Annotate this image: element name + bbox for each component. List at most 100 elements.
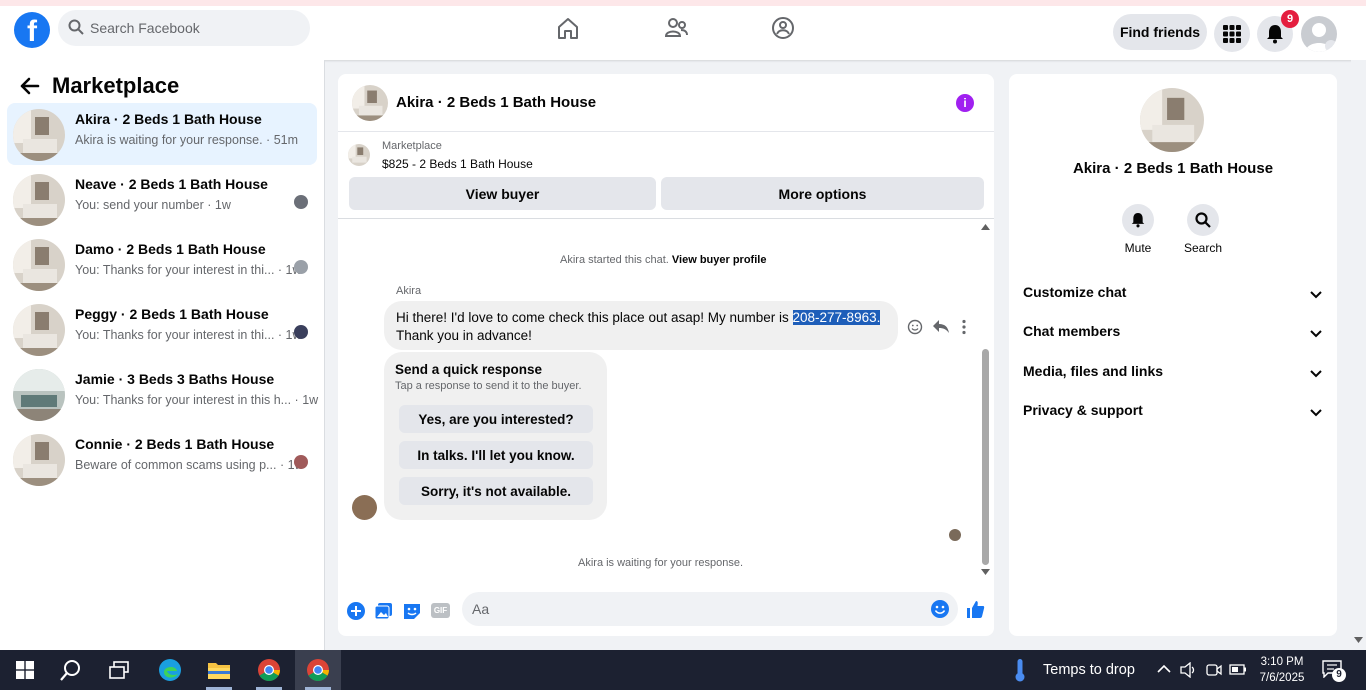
- section-label: Chat members: [1023, 323, 1121, 339]
- chevron-down-icon: [1310, 330, 1322, 338]
- facebook-logo[interactable]: f: [14, 12, 50, 48]
- battery-icon[interactable]: [1229, 664, 1247, 675]
- search-input[interactable]: [90, 10, 300, 46]
- add-plus-icon[interactable]: [346, 601, 366, 621]
- buyer-avatar[interactable]: [352, 495, 377, 520]
- home-icon[interactable]: [555, 15, 581, 41]
- meet-camera-icon[interactable]: [1206, 662, 1222, 678]
- chevron-down-icon: [1310, 291, 1322, 299]
- conversation-item[interactable]: Peggy · 2 Beds 1 Bath House You: Thanks …: [7, 298, 317, 360]
- chrome-app-active[interactable]: [295, 650, 341, 690]
- chrome-app[interactable]: [246, 650, 292, 690]
- menu-button[interactable]: [1214, 16, 1250, 52]
- conversation-snippet: Beware of common scams using p... · 1w: [75, 458, 304, 472]
- listing-thumbnail: [13, 109, 65, 161]
- edge-icon: [159, 659, 181, 681]
- details-title: Akira · 2 Beds 1 Bath House: [1072, 160, 1274, 177]
- edge-app[interactable]: [147, 650, 193, 690]
- listing-thumbnail: [348, 144, 370, 166]
- conversation-item[interactable]: Neave · 2 Beds 1 Bath House You: send yo…: [7, 168, 317, 230]
- notification-center-button[interactable]: 9: [1322, 660, 1348, 682]
- media-files-links-section[interactable]: Media, files and links: [1023, 363, 1323, 385]
- section-label: Privacy & support: [1023, 402, 1143, 418]
- top-navigation-bar: f Find friends 9: [0, 0, 1366, 60]
- conversation-item[interactable]: Damo · 2 Beds 1 Bath House You: Thanks f…: [7, 233, 317, 295]
- file-explorer-app[interactable]: [196, 650, 242, 690]
- conversation-name: Akira · 2 Beds 1 Bath House: [75, 111, 262, 127]
- more-options-button[interactable]: More options: [661, 177, 984, 210]
- find-friends-button[interactable]: Find friends: [1113, 14, 1207, 50]
- start-button[interactable]: [2, 650, 48, 690]
- search-bar[interactable]: [58, 10, 310, 46]
- view-buyer-button[interactable]: View buyer: [349, 177, 656, 210]
- search-icon: [60, 660, 80, 681]
- listing-thumbnail: [13, 239, 65, 291]
- conversation-name: Neave · 2 Beds 1 Bath House: [75, 176, 268, 192]
- message-composer: GIF: [338, 590, 994, 636]
- chat-scrollbar-thumb[interactable]: [982, 349, 989, 565]
- search-in-chat-button[interactable]: Search: [1173, 204, 1233, 255]
- scroll-down-arrow-icon[interactable]: [1354, 637, 1363, 643]
- gif-icon[interactable]: GIF: [431, 603, 450, 618]
- marketplace-header: Marketplace: [18, 72, 179, 100]
- chat-members-section[interactable]: Chat members: [1023, 323, 1323, 345]
- task-view-button[interactable]: [96, 650, 142, 690]
- quick-response-button[interactable]: In talks. I'll let you know.: [399, 441, 593, 469]
- react-emoji-icon[interactable]: [907, 319, 923, 335]
- taskbar-search-button[interactable]: [48, 650, 94, 690]
- listing-photo: [1140, 88, 1204, 152]
- scroll-down-arrow-icon[interactable]: [981, 569, 990, 575]
- quick-response-button[interactable]: Yes, are you interested?: [399, 405, 593, 433]
- reply-icon[interactable]: [932, 318, 950, 334]
- account-avatar[interactable]: [1301, 16, 1337, 52]
- customize-chat-section[interactable]: Customize chat: [1023, 284, 1323, 306]
- listing-thumbnail: [13, 434, 65, 486]
- conversation-snippet: You: Thanks for your interest in this h.…: [75, 393, 319, 407]
- quick-response-button[interactable]: Sorry, it's not available.: [399, 477, 593, 505]
- info-icon[interactable]: i: [956, 94, 974, 112]
- conversation-item[interactable]: Jamie · 3 Beds 3 Baths House You: Thanks…: [7, 363, 319, 425]
- chrome-icon: [258, 659, 280, 681]
- waiting-notice: Akira is waiting for your response.: [578, 557, 744, 569]
- buyer-avatar: [294, 455, 308, 469]
- conversation-name: Peggy · 2 Beds 1 Bath House: [75, 306, 269, 322]
- groups-icon[interactable]: [770, 15, 796, 41]
- mute-button[interactable]: Mute: [1108, 204, 1168, 255]
- photo-icon[interactable]: [374, 601, 394, 621]
- conversation-snippet: You: send your number · 1w: [75, 198, 231, 212]
- volume-icon[interactable]: [1180, 662, 1198, 678]
- section-label: Customize chat: [1023, 284, 1127, 300]
- conversation-name: Jamie · 3 Beds 3 Baths House: [75, 371, 275, 387]
- notification-count-badge: 9: [1281, 10, 1299, 28]
- conversation-item[interactable]: Akira · 2 Beds 1 Bath House Akira is wai…: [7, 103, 317, 165]
- scroll-up-arrow-icon[interactable]: [981, 224, 990, 230]
- friends-icon[interactable]: [663, 15, 689, 41]
- listing-price-title: $825 - 2 Beds 1 Bath House: [382, 157, 533, 171]
- more-vertical-icon[interactable]: [961, 319, 967, 335]
- account-chevron-icon: [1325, 40, 1337, 52]
- windows-logo-icon: [16, 661, 34, 679]
- page-scrollbar[interactable]: [1351, 60, 1366, 650]
- listing-thumbnail: [13, 369, 65, 421]
- chrome-icon: [307, 659, 329, 681]
- chat-started-text: Akira started this chat.: [560, 254, 669, 266]
- system-clock[interactable]: 3:10 PM 7/6/2025: [1254, 654, 1310, 686]
- marketplace-label: Marketplace: [382, 140, 442, 152]
- privacy-support-section[interactable]: Privacy & support: [1023, 402, 1323, 424]
- thumbs-up-icon[interactable]: [965, 599, 985, 619]
- message-input-box[interactable]: [462, 592, 958, 626]
- conversation-snippet: You: Thanks for your interest in thi... …: [75, 263, 302, 277]
- chat-header: Akira · 2 Beds 1 Bath House i: [338, 74, 994, 132]
- incoming-message-bubble: Hi there! I'd love to come check this pl…: [384, 301, 898, 350]
- chevron-up-icon[interactable]: [1157, 664, 1171, 674]
- back-arrow-icon[interactable]: [18, 75, 40, 97]
- listing-thumbnail: [352, 85, 388, 121]
- conversation-item[interactable]: Connie · 2 Beds 1 Bath House Beware of c…: [7, 428, 317, 490]
- buyer-avatar: [294, 325, 308, 339]
- view-buyer-profile-link[interactable]: View buyer profile: [672, 254, 767, 266]
- sticker-icon[interactable]: [402, 601, 422, 621]
- message-input[interactable]: [472, 592, 912, 626]
- emoji-icon[interactable]: [930, 599, 950, 619]
- weather-widget[interactable]: Temps to drop: [1043, 662, 1135, 678]
- listing-thumbnail: [13, 174, 65, 226]
